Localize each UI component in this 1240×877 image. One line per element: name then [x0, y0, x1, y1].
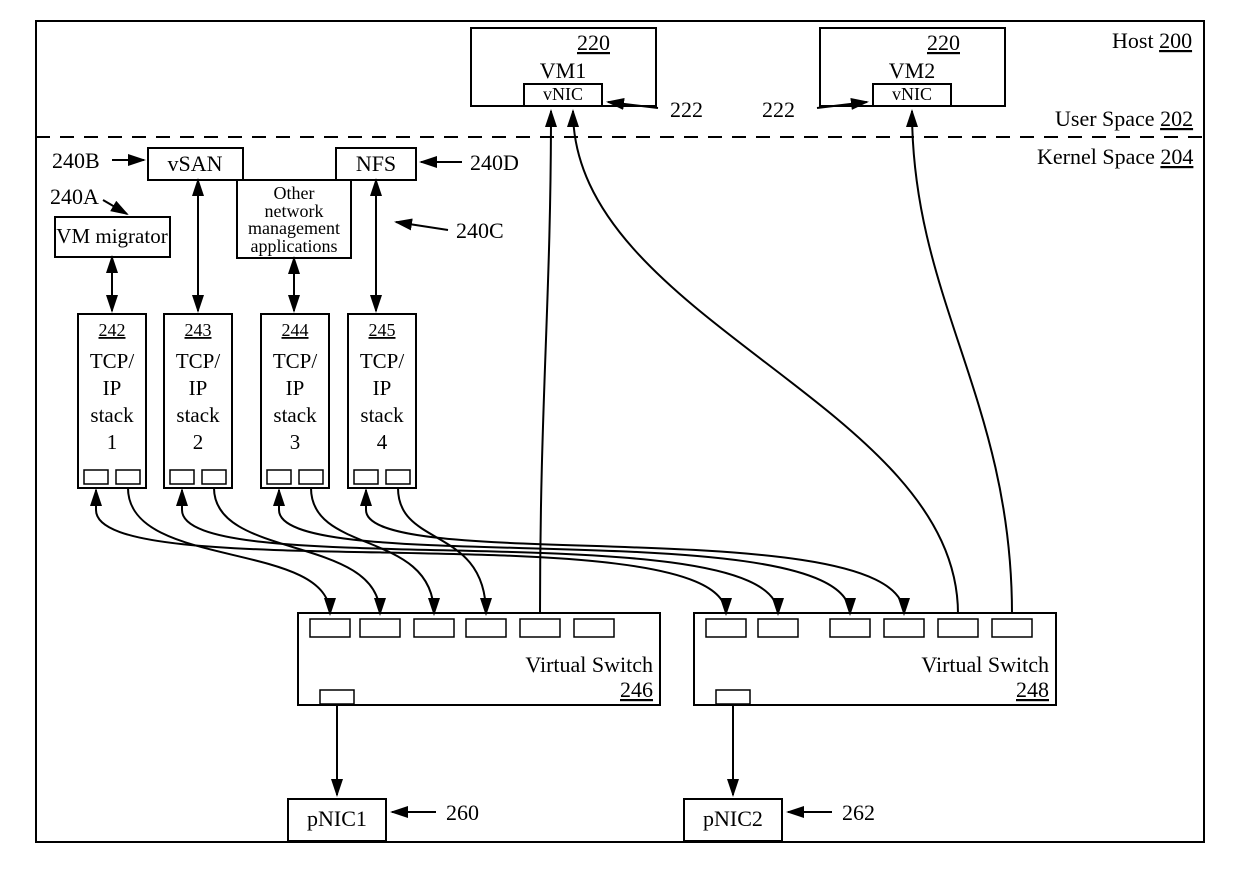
vswitch1: Virtual Switch 246	[298, 613, 660, 705]
svg-text:243: 243	[185, 320, 212, 340]
pnic1-label: pNIC1	[307, 806, 367, 831]
kernel-space-label: Kernel Space 204	[1037, 144, 1193, 169]
other-apps-l4: applications	[251, 236, 338, 256]
stack-port-arrows	[96, 490, 366, 510]
svg-text:VM1: VM1	[540, 58, 586, 83]
vm2-box: 220 VM2 vNIC	[820, 28, 1005, 106]
pnic2-ref: 262	[842, 800, 875, 825]
svg-text:vNIC: vNIC	[543, 84, 583, 104]
svg-text:246: 246	[620, 677, 653, 702]
svg-text:3: 3	[290, 430, 301, 454]
svg-text:220: 220	[927, 30, 960, 55]
svg-text:242: 242	[99, 320, 126, 340]
vm1-vnic-links	[540, 111, 958, 614]
other-apps-l3: management	[248, 218, 340, 238]
user-space-label: User Space 202	[1055, 106, 1193, 131]
svg-text:2: 2	[193, 430, 204, 454]
svg-text:TCP/: TCP/	[360, 349, 405, 373]
vsan-label: vSAN	[167, 151, 222, 176]
vm-migrator-label: VM migrator	[56, 224, 167, 248]
vm-migrator-pointer	[103, 200, 127, 214]
svg-text:VM2: VM2	[889, 58, 935, 83]
svg-text:245: 245	[369, 320, 396, 340]
nfs-label: NFS	[356, 151, 396, 176]
tcpip-stacks: 242 TCP/ IP stack 1 243 TCP/ IP stack 2 …	[78, 314, 416, 488]
svg-text:Virtual Switch: Virtual Switch	[525, 652, 653, 677]
vm2-vnic-link	[912, 111, 1012, 614]
svg-text:IP: IP	[103, 376, 122, 400]
vm1-box: 220 VM1 vNIC	[471, 28, 656, 106]
other-apps-l1: Other	[274, 183, 315, 203]
svg-text:1: 1	[107, 430, 118, 454]
svg-text:IP: IP	[189, 376, 208, 400]
pnic1-ref: 260	[446, 800, 479, 825]
vswitch2: Virtual Switch 248	[694, 613, 1056, 705]
svg-text:stack: stack	[360, 403, 404, 427]
svg-text:stack: stack	[176, 403, 220, 427]
stack-to-vswitch2	[96, 510, 904, 614]
vnic2-ref: 222	[762, 97, 795, 122]
vsan-ref: 240B	[52, 148, 100, 173]
svg-text:4: 4	[377, 430, 388, 454]
svg-text:IP: IP	[286, 376, 305, 400]
host-label: Host 200	[1112, 28, 1192, 53]
svg-text:244: 244	[282, 320, 309, 340]
svg-text:220: 220	[577, 30, 610, 55]
svg-text:TCP/: TCP/	[90, 349, 135, 373]
vnic1-ref: 222	[670, 97, 703, 122]
pnic2-label: pNIC2	[703, 806, 763, 831]
svg-text:vNIC: vNIC	[892, 84, 932, 104]
svg-text:TCP/: TCP/	[176, 349, 221, 373]
svg-text:stack: stack	[90, 403, 134, 427]
svg-text:248: 248	[1016, 677, 1049, 702]
svg-text:TCP/: TCP/	[273, 349, 318, 373]
nfs-ref: 240D	[470, 150, 519, 175]
svg-text:IP: IP	[373, 376, 392, 400]
vm-migrator-ref: 240A	[50, 184, 99, 209]
other-apps-pointer	[396, 222, 448, 230]
svg-text:stack: stack	[273, 403, 317, 427]
svg-text:Virtual Switch: Virtual Switch	[921, 652, 1049, 677]
other-apps-ref: 240C	[456, 218, 504, 243]
